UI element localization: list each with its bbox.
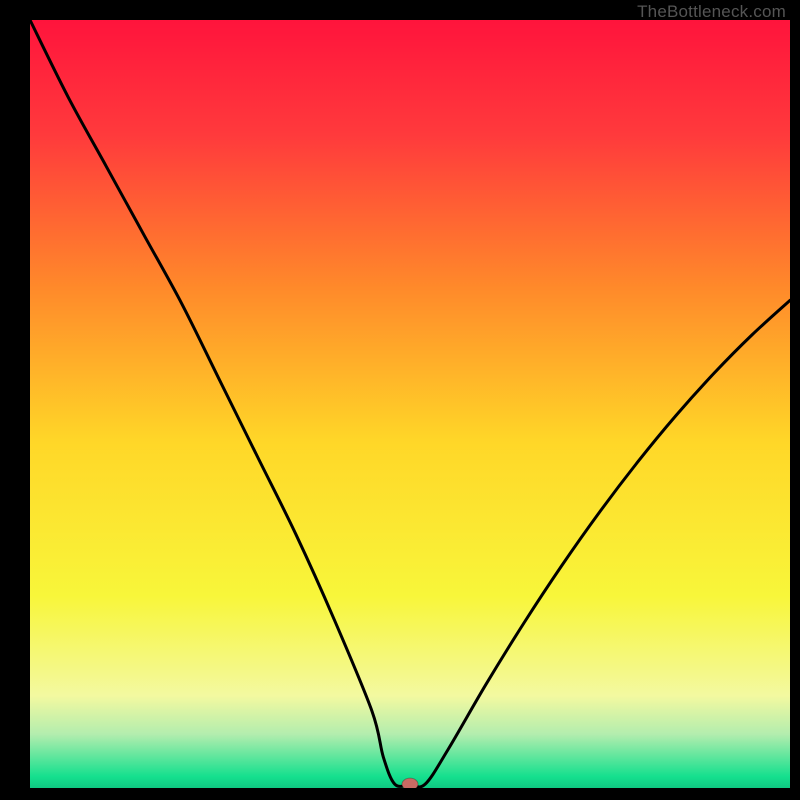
- chart-container: TheBottleneck.com: [0, 0, 800, 800]
- bottleneck-chart: [0, 0, 800, 800]
- gradient-background: [30, 20, 790, 788]
- watermark-text: TheBottleneck.com: [637, 2, 786, 22]
